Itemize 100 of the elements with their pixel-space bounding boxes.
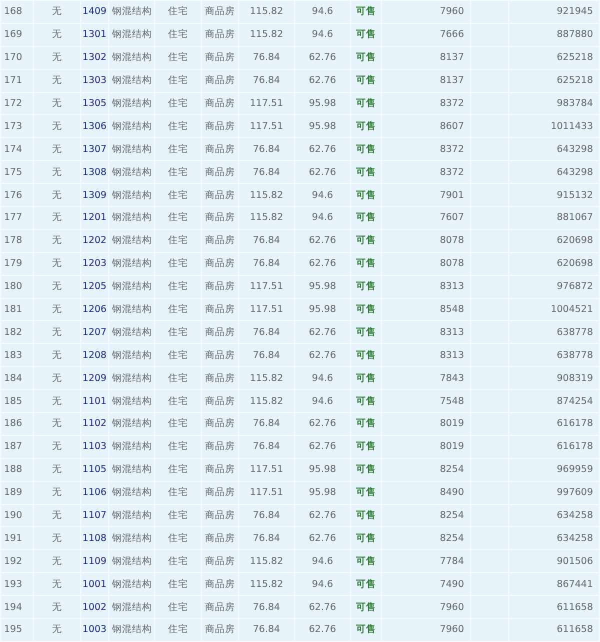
row-number-cell-text: 168 <box>3 6 22 18</box>
table-cell: 住宅 <box>168 212 188 224</box>
table-cell: 住宅 <box>168 304 188 316</box>
table-cell-text: 钢混结构 <box>111 190 152 201</box>
table-cell-text: 867441 <box>556 578 594 590</box>
table-cell-text: 钢混结构 <box>111 120 152 132</box>
table-cell-text: 商品房 <box>204 396 235 407</box>
table-cell: 76.84 <box>252 350 280 361</box>
table-cell-text: 钢混结构 <box>111 281 152 292</box>
table-cell: 94.6 <box>312 396 334 407</box>
table-cell-text: 商品房 <box>204 624 235 636</box>
table-cell-text: 商品房 <box>204 418 235 430</box>
status-cell: 可售 <box>356 6 376 18</box>
table-cell-text: 8372 <box>440 166 465 178</box>
table-cell: 95.98 <box>308 487 336 498</box>
table-cell-text: 8137 <box>440 52 465 64</box>
table-cell-text: 8019 <box>440 441 465 452</box>
table-cell: 住宅 <box>168 29 188 40</box>
table-cell: 94.6 <box>312 578 334 590</box>
table-cell: 62.76 <box>308 441 336 452</box>
table-cell-text: 908319 <box>556 372 594 384</box>
table-cell: 76.84 <box>252 166 280 178</box>
table-cell-text: 8313 <box>440 350 465 361</box>
table-cell-text: 8548 <box>440 304 465 316</box>
status-cell: 可售 <box>356 144 376 155</box>
row-number-cell-text: 191 <box>3 532 22 544</box>
table-cell: 住宅 <box>168 441 188 452</box>
status-cell: 可售 <box>356 29 376 40</box>
table-cell-text: 钢混结构 <box>111 350 152 361</box>
table-cell: 无 <box>52 602 62 613</box>
table-cell: 115.82 <box>250 556 284 567</box>
table-cell: 76.84 <box>252 418 280 430</box>
table-cell-text: 8137 <box>440 75 465 86</box>
status-cell: 可售 <box>356 602 376 613</box>
table-cell: 住宅 <box>168 532 188 544</box>
table-cell-text: 商品房 <box>204 556 235 567</box>
table-cell: 76.84 <box>252 532 280 544</box>
row-number-cell-text: 190 <box>3 510 22 522</box>
table-cell-text: 钢混结构 <box>111 258 152 270</box>
row-number-cell-text: 171 <box>3 75 22 86</box>
status-cell: 可售 <box>356 258 376 270</box>
table-cell: 115.82 <box>250 6 284 18</box>
table-cell-text: 7901 <box>440 190 465 201</box>
table-cell-text: 钢混结构 <box>111 304 152 316</box>
table-cell-text: 616178 <box>556 418 594 430</box>
table-cell: 62.76 <box>308 532 336 544</box>
row-number-cell-text: 184 <box>3 372 22 384</box>
table-cell: 住宅 <box>168 120 188 132</box>
table-cell: 无 <box>52 624 62 636</box>
table-cell-text: 商品房 <box>204 52 235 64</box>
table-cell: 住宅 <box>168 235 188 246</box>
table-cell-text: 997609 <box>556 487 594 498</box>
table-cell: 住宅 <box>168 602 188 613</box>
row-number-cell-text: 170 <box>3 52 22 64</box>
table-cell: 62.76 <box>308 326 336 338</box>
table-cell-text: 8372 <box>440 98 465 109</box>
status-cell: 可售 <box>356 487 376 498</box>
table-cell-text: 7960 <box>440 6 465 18</box>
table-cell: 117.51 <box>250 281 284 292</box>
table-cell-text: 商品房 <box>204 166 235 178</box>
table-cell-text: 620698 <box>556 235 594 246</box>
table-cell: 无 <box>52 281 62 292</box>
table-cell: 无 <box>52 396 62 407</box>
table-cell: 117.51 <box>250 464 284 476</box>
table-cell-text: 钢混结构 <box>111 510 152 522</box>
table-cell: 无 <box>52 510 62 522</box>
table-cell-text: 钢混结构 <box>111 212 152 224</box>
row-number-cell-text: 195 <box>3 624 22 636</box>
status-cell: 可售 <box>356 98 376 109</box>
table-cell-text: 钢混结构 <box>111 144 152 155</box>
table-cell-text: 商品房 <box>204 326 235 338</box>
table-cell-text: 商品房 <box>204 602 235 613</box>
table-cell: 无 <box>52 29 62 40</box>
row-number-cell-text: 172 <box>3 98 22 109</box>
table-cell: 住宅 <box>168 464 188 476</box>
table-cell: 117.51 <box>250 304 284 316</box>
status-cell: 可售 <box>356 556 376 567</box>
table-cell-text: 611658 <box>556 624 594 636</box>
table-cell-text: 915132 <box>556 190 594 201</box>
table-cell: 住宅 <box>168 624 188 636</box>
table-cell: 76.84 <box>252 510 280 522</box>
table-cell-text: 625218 <box>556 52 594 64</box>
table-cell: 117.51 <box>250 98 284 109</box>
table-cell-text: 商品房 <box>204 120 235 132</box>
table-cell: 无 <box>52 532 62 544</box>
table-cell: 95.98 <box>308 281 336 292</box>
table-cell-text: 7960 <box>440 602 465 613</box>
status-cell: 可售 <box>356 304 376 316</box>
table-cell-text: 887880 <box>556 29 594 40</box>
row-number-cell-text: 194 <box>3 602 22 613</box>
table-cell: 无 <box>52 166 62 178</box>
table-cell-text: 钢混结构 <box>111 578 152 590</box>
table-cell: 115.82 <box>250 372 284 384</box>
table-cell: 住宅 <box>168 144 188 155</box>
table-cell-text: 商品房 <box>204 235 235 246</box>
table-cell-text: 976872 <box>556 281 594 292</box>
table-cell-text: 8254 <box>440 464 465 476</box>
table-cell: 住宅 <box>168 578 188 590</box>
table-cell: 76.84 <box>252 624 280 636</box>
table-cell-text: 921945 <box>556 6 594 18</box>
